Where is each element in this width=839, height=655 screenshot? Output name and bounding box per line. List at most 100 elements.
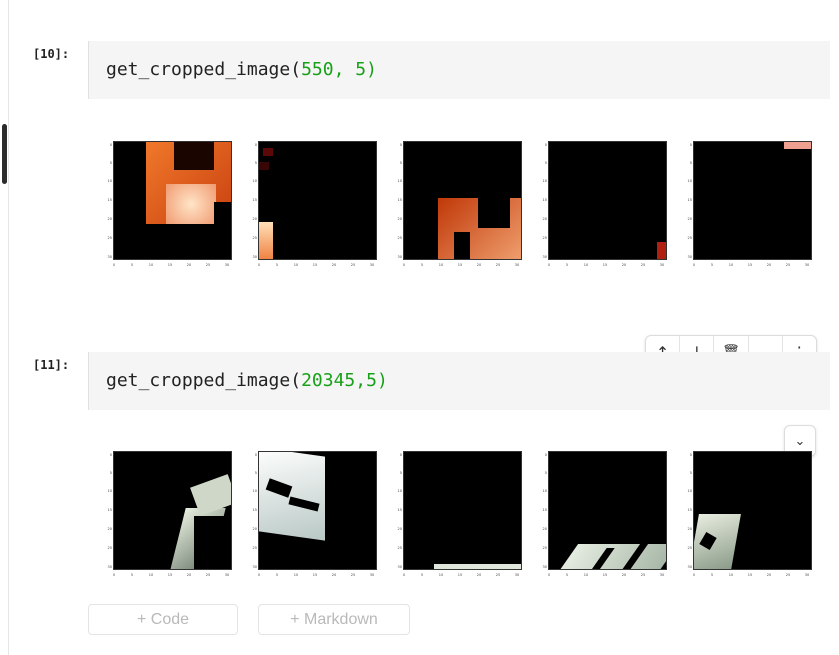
y-tick-label: 25 — [687, 236, 692, 240]
x-tick-label: 25 — [495, 573, 501, 577]
x-tick-label: 0 — [112, 573, 116, 577]
y-tick-label: 25 — [687, 546, 692, 550]
image-canvas — [403, 141, 522, 260]
y-tick-label: 30 — [542, 565, 547, 569]
x-tick-label: 10 — [293, 573, 299, 577]
y-tick-label: 15 — [252, 508, 257, 512]
x-tick-label: 15 — [747, 573, 753, 577]
x-tick-label: 0 — [547, 263, 551, 267]
active-cell-indicator — [2, 124, 7, 184]
add-code-button[interactable]: + Code — [88, 604, 238, 635]
x-tick-label: 30 — [514, 573, 520, 577]
y-tick-label: 5 — [689, 161, 692, 165]
y-tick-label: 20 — [687, 527, 692, 531]
x-tick-label: 5 — [565, 263, 569, 267]
x-tick-label: 25 — [640, 263, 646, 267]
y-tick-label: 10 — [542, 489, 547, 493]
image-canvas — [113, 141, 232, 260]
y-tick-label: 20 — [397, 527, 402, 531]
x-tick-label: 25 — [205, 263, 211, 267]
x-tick-label: 15 — [747, 263, 753, 267]
y-tick-label: 0 — [109, 453, 112, 457]
y-tick-label: 0 — [689, 453, 692, 457]
y-tick-label: 0 — [109, 143, 112, 147]
y-tick-label: 10 — [107, 179, 112, 183]
output-image-6: 0 5 10 15 20 25 30 0 5 10 15 20 25 30 — [104, 451, 240, 586]
y-tick-label: 10 — [252, 179, 257, 183]
y-tick-label: 15 — [252, 198, 257, 202]
code-function: get_cropped_image( — [106, 370, 302, 391]
y-tick-label: 10 — [252, 489, 257, 493]
x-tick-label: 20 — [331, 573, 337, 577]
y-tick-label: 20 — [542, 217, 547, 221]
image-region — [259, 452, 325, 541]
x-tick-label: 15 — [602, 263, 608, 267]
y-tick-label: 30 — [107, 255, 112, 259]
y-tick-label: 0 — [544, 453, 547, 457]
notebook-left-rule — [8, 0, 9, 655]
y-tick-label: 25 — [542, 236, 547, 240]
x-tick-label: 20 — [186, 573, 192, 577]
y-tick-label: 30 — [252, 255, 257, 259]
y-tick-label: 25 — [107, 546, 112, 550]
x-tick-label: 20 — [766, 263, 772, 267]
x-tick-label: 10 — [293, 263, 299, 267]
x-tick-label: 10 — [438, 263, 444, 267]
y-tick-label: 30 — [107, 565, 112, 569]
y-tick-label: 15 — [107, 508, 112, 512]
y-tick-label: 0 — [544, 143, 547, 147]
code-cell-10[interactable]: get_cropped_image(550, 5) — [88, 41, 830, 99]
y-tick-label: 25 — [397, 236, 402, 240]
y-tick-label: 0 — [399, 143, 402, 147]
x-tick-label: 30 — [804, 263, 810, 267]
code-function: get_cropped_image( — [106, 59, 302, 80]
x-tick-label: 25 — [495, 263, 501, 267]
y-tick-label: 20 — [687, 217, 692, 221]
x-tick-label: 20 — [766, 573, 772, 577]
code-cell-11[interactable]: get_cropped_image(20345,5) — [88, 352, 830, 410]
output-image-5: 0 5 10 15 20 25 30 0 5 10 15 20 25 30 — [684, 141, 820, 276]
image-canvas — [113, 451, 232, 570]
y-tick-label: 25 — [542, 546, 547, 550]
x-tick-label: 30 — [224, 573, 230, 577]
x-tick-label: 5 — [275, 573, 279, 577]
x-tick-label: 10 — [438, 573, 444, 577]
y-tick-label: 5 — [399, 471, 402, 475]
x-tick-label: 15 — [167, 263, 173, 267]
y-tick-label: 20 — [252, 217, 257, 221]
x-tick-label: 20 — [621, 263, 627, 267]
y-tick-label: 0 — [254, 453, 257, 457]
x-tick-label: 25 — [640, 573, 646, 577]
code-line[interactable]: get_cropped_image(20345,5) — [106, 370, 388, 391]
image-region — [657, 242, 666, 259]
x-tick-label: 25 — [350, 263, 356, 267]
x-tick-label: 30 — [659, 263, 665, 267]
cell-prompt-11: [11]: — [33, 358, 70, 372]
cell-output-11: 0 5 10 15 20 25 30 0 5 10 15 20 25 30 0 5 10 15 20 25 30 0 5 1… — [104, 451, 824, 591]
y-tick-label: 25 — [252, 236, 257, 240]
y-tick-label: 30 — [687, 255, 692, 259]
x-tick-label: 5 — [565, 573, 569, 577]
x-tick-label: 15 — [312, 573, 318, 577]
y-tick-label: 0 — [254, 143, 257, 147]
x-tick-label: 10 — [148, 573, 154, 577]
code-line[interactable]: get_cropped_image(550, 5) — [106, 59, 377, 80]
y-tick-label: 10 — [397, 179, 402, 183]
x-tick-label: 0 — [257, 263, 261, 267]
x-tick-label: 20 — [476, 263, 482, 267]
image-canvas — [403, 451, 522, 570]
add-markdown-button[interactable]: + Markdown — [258, 604, 410, 635]
image-region — [259, 162, 269, 170]
y-tick-label: 5 — [254, 471, 257, 475]
image-canvas — [548, 451, 667, 570]
y-tick-label: 30 — [542, 255, 547, 259]
x-tick-label: 15 — [167, 573, 173, 577]
y-tick-label: 0 — [399, 453, 402, 457]
x-tick-label: 15 — [457, 263, 463, 267]
y-tick-label: 15 — [397, 508, 402, 512]
x-tick-label: 20 — [621, 573, 627, 577]
output-image-10: 0 5 10 15 20 25 30 0 5 10 15 20 25 30 — [684, 451, 820, 586]
code-arguments: 20345,5 — [301, 370, 377, 391]
x-tick-label: 10 — [583, 263, 589, 267]
code-close-paren: ) — [366, 59, 377, 80]
